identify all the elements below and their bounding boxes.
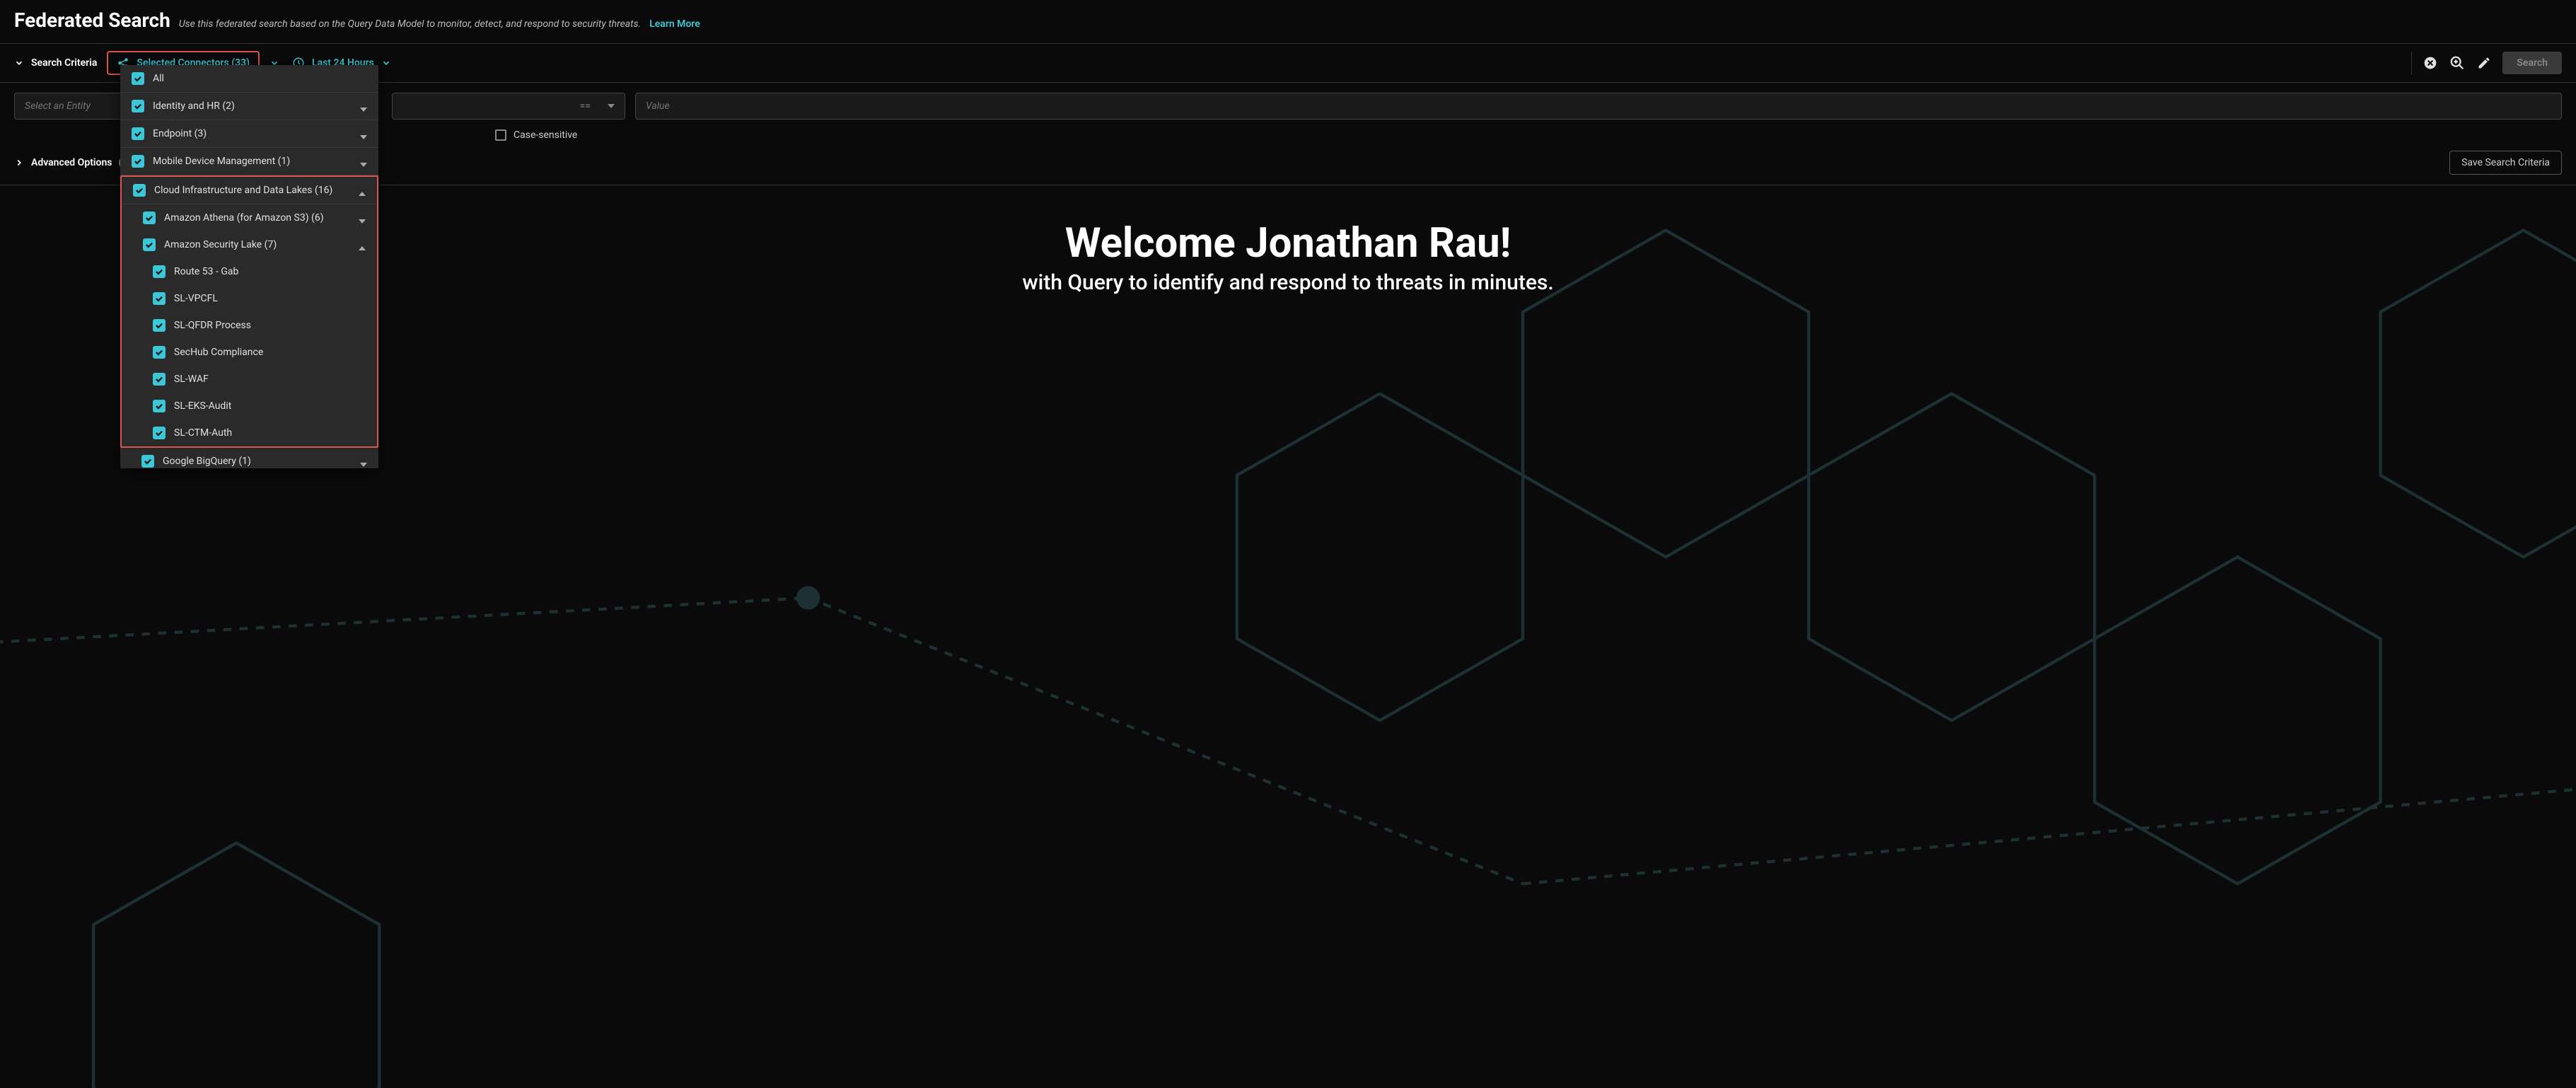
criteria-row: == [0, 83, 2576, 129]
pencil-icon [2477, 56, 2491, 70]
dropdown-item[interactable]: Cloud Infrastructure and Data Lakes (16) [122, 177, 377, 204]
caret-up-icon[interactable] [359, 187, 366, 194]
dropdown-item[interactable]: Google BigQuery (1) [120, 448, 378, 468]
dropdown-item-label: SL-WAF [174, 374, 366, 385]
checkbox-checked-icon[interactable] [143, 238, 156, 251]
checkbox-checked-icon[interactable] [153, 400, 166, 412]
dropdown-item[interactable]: SL-EKS-Audit [122, 393, 377, 419]
dropdown-item[interactable]: SecHub Compliance [122, 339, 377, 366]
dropdown-item[interactable]: All [120, 65, 378, 93]
checkbox-checked-icon[interactable] [143, 212, 156, 224]
learn-more-link[interactable]: Learn More [649, 18, 700, 30]
dropdown-item-label: Amazon Athena (for Amazon S3) (6) [164, 212, 350, 224]
toolbar-right: Search [2411, 52, 2562, 74]
case-sensitive-row: Case-sensitive [0, 129, 2576, 141]
caret-down-icon[interactable] [360, 103, 367, 110]
checkbox-checked-icon[interactable] [132, 155, 144, 168]
dropdown-item[interactable]: SL-WAF [122, 366, 377, 393]
dropdown-item-label: Route 53 - Gab [174, 266, 366, 277]
checkbox-checked-icon[interactable] [153, 427, 166, 439]
caret-up-icon[interactable] [359, 241, 366, 248]
search-criteria-label: Search Criteria [31, 57, 97, 69]
dropdown-item[interactable]: Amazon Athena (for Amazon S3) (6) [122, 204, 377, 231]
dropdown-item-label: Identity and HR (2) [153, 100, 352, 112]
zoom-in-button[interactable] [2449, 54, 2466, 71]
caret-down-icon[interactable] [360, 458, 367, 465]
checkbox-checked-icon[interactable] [141, 455, 154, 468]
dropdown-item-label: SL-VPCFL [174, 293, 366, 304]
dropdown-item[interactable]: Identity and HR (2) [120, 93, 378, 120]
dropdown-item[interactable]: Amazon Security Lake (7) [122, 231, 377, 258]
checkbox-checked-icon[interactable] [153, 265, 166, 278]
connectors-dropdown[interactable]: All Identity and HR (2) Endpoint (3) Mobile… [120, 65, 378, 468]
edit-button[interactable] [2476, 54, 2493, 71]
dropdown-item-label: Mobile Device Management (1) [153, 156, 352, 167]
dropdown-item[interactable]: Endpoint (3) [120, 120, 378, 148]
toolbar: Search Criteria Selected Connectors (33)… [0, 43, 2576, 83]
dropdown-item[interactable]: Mobile Device Management (1) [120, 148, 378, 175]
dropdown-item-label: Amazon Security Lake (7) [164, 239, 350, 250]
close-circle-icon [2423, 56, 2437, 70]
zoom-in-icon [2449, 55, 2465, 71]
page-subtitle: Use this federated search based on the Q… [179, 18, 641, 30]
checkbox-checked-icon[interactable] [132, 100, 144, 112]
checkbox-checked-icon[interactable] [153, 292, 166, 305]
dropdown-item[interactable]: SL-QFDR Process [122, 312, 377, 339]
page-header: Federated Search Use this federated sear… [0, 0, 2576, 43]
time-chevron-icon [381, 58, 391, 68]
caret-down-icon[interactable] [360, 158, 367, 165]
hex-background [0, 149, 2576, 1088]
search-criteria-toggle[interactable]: Search Criteria [14, 57, 97, 69]
dropdown-item-label: SL-QFDR Process [174, 320, 366, 331]
search-button[interactable]: Search [2502, 52, 2562, 74]
checkbox-checked-icon[interactable] [133, 184, 146, 197]
operator-value: == [580, 100, 591, 112]
dropdown-item[interactable]: Route 53 - Gab [122, 258, 377, 285]
caret-down-icon[interactable] [360, 130, 367, 137]
dropdown-item-label: SL-EKS-Audit [174, 400, 366, 412]
checkbox-checked-icon[interactable] [132, 127, 144, 140]
case-sensitive-label: Case-sensitive [514, 129, 577, 141]
dropdown-item-label: All [153, 73, 367, 84]
case-sensitive-checkbox[interactable] [495, 129, 506, 141]
operator-select[interactable]: == [392, 93, 625, 120]
dropdown-item-label: SL-CTM-Auth [174, 427, 366, 439]
caret-down-icon[interactable] [359, 214, 366, 221]
checkbox-checked-icon[interactable] [153, 373, 166, 386]
dropdown-item-label: Google BigQuery (1) [163, 456, 352, 467]
checkbox-checked-icon[interactable] [153, 346, 166, 359]
dropdown-item[interactable]: SL-VPCFL [122, 285, 377, 312]
checkbox-checked-icon[interactable] [153, 319, 166, 332]
dropdown-item-label: Cloud Infrastructure and Data Lakes (16) [154, 185, 350, 196]
dropdown-item-label: Endpoint (3) [153, 128, 352, 139]
dropdown-item-label: SecHub Compliance [174, 347, 366, 358]
clear-button[interactable] [2422, 54, 2439, 71]
dropdown-arrow-icon [608, 103, 615, 110]
dropdown-item[interactable]: SL-CTM-Auth [122, 419, 377, 446]
page-title: Federated Search [14, 8, 170, 32]
chevron-down-icon [14, 58, 24, 68]
checkbox-checked-icon[interactable] [132, 72, 144, 85]
value-input[interactable] [635, 93, 2562, 120]
